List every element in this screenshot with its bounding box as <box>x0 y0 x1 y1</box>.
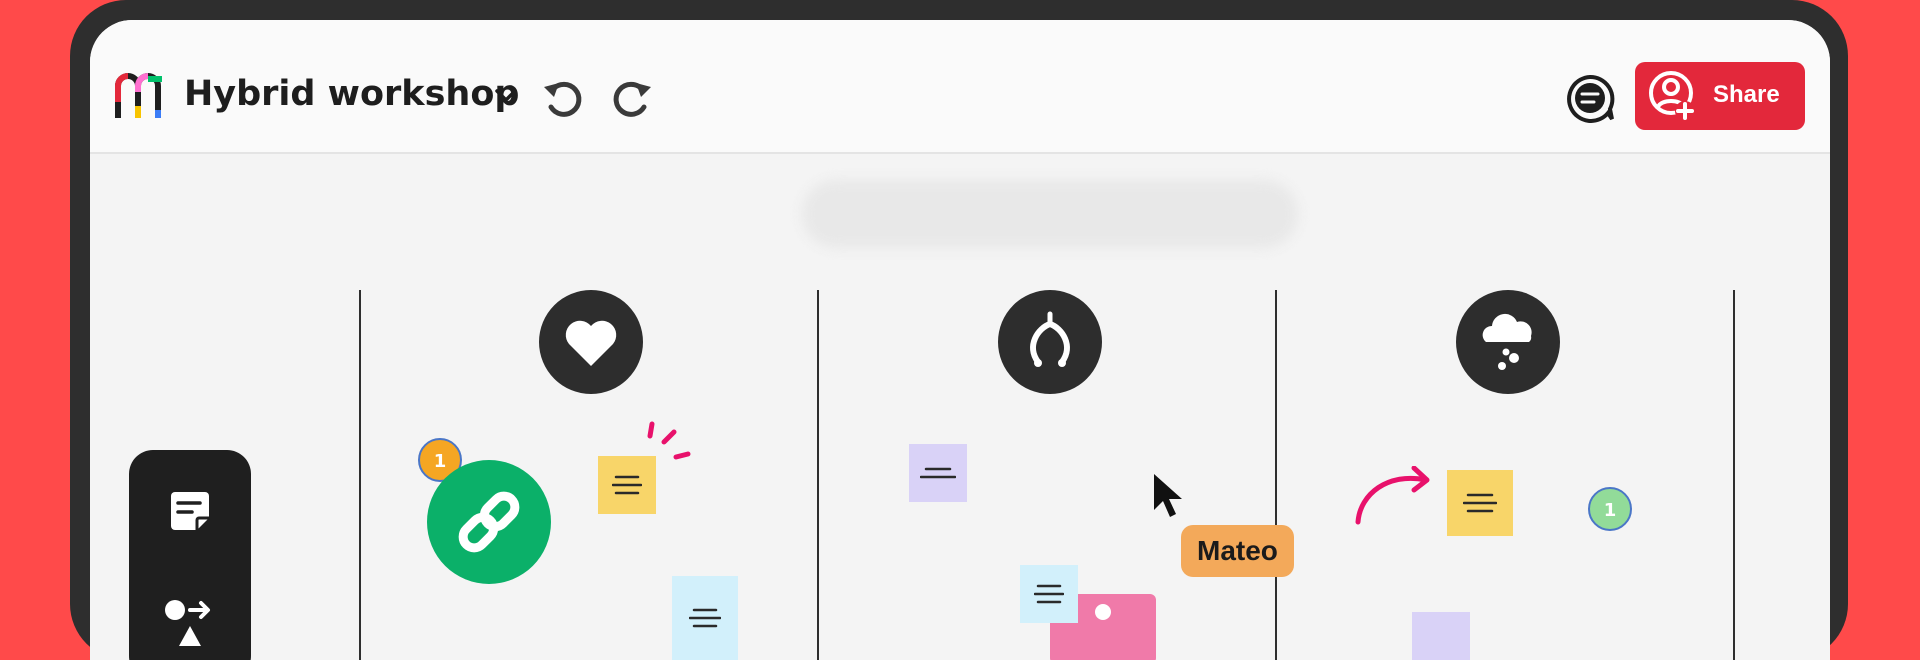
board-screen: Hybrid workshop Share 1 Mateo 1 <box>90 20 1830 660</box>
top-bar: Hybrid workshop Share <box>90 20 1830 154</box>
column-header-wishbone <box>998 290 1102 394</box>
redo-icon[interactable] <box>612 77 654 119</box>
text-lines-icon <box>920 467 956 479</box>
column-header-rain-cloud <box>1456 290 1560 394</box>
text-lines-icon <box>1034 584 1064 604</box>
comments-icon[interactable] <box>1564 73 1616 123</box>
sticky-note[interactable] <box>909 444 967 502</box>
column-divider <box>817 290 819 660</box>
flowchart-shapes-icon[interactable] <box>163 596 217 646</box>
undo-icon[interactable] <box>541 77 583 119</box>
wishbone-icon <box>1030 311 1070 367</box>
column-header-heart <box>539 290 643 394</box>
collaborator-cursor-label: Mateo <box>1181 525 1294 577</box>
app-logo[interactable] <box>114 72 170 120</box>
board-title[interactable]: Hybrid workshop <box>184 74 519 114</box>
sticky-note[interactable] <box>1412 612 1470 660</box>
column-divider <box>1733 290 1735 660</box>
sticky-note[interactable] <box>1447 470 1513 536</box>
link-card[interactable] <box>427 460 551 584</box>
vote-badge: 1 <box>1588 487 1632 531</box>
creation-toolbar <box>129 450 251 660</box>
text-lines-icon <box>689 608 721 628</box>
add-user-icon <box>1649 71 1695 121</box>
link-icon <box>458 491 520 553</box>
heart-icon <box>565 320 617 366</box>
sticky-note-icon[interactable] <box>167 488 213 534</box>
column-divider <box>1275 290 1277 660</box>
text-lines-icon <box>612 475 642 495</box>
share-button[interactable]: Share <box>1635 62 1805 130</box>
sticky-note[interactable] <box>672 576 738 660</box>
curved-arrow-icon <box>1355 466 1430 525</box>
cursor-icon <box>1154 474 1182 517</box>
share-label: Share <box>1713 81 1780 108</box>
blurred-board-heading <box>802 180 1298 248</box>
text-lines-icon <box>1463 493 1497 513</box>
sticky-note[interactable] <box>598 456 656 514</box>
image-icon <box>1095 604 1111 620</box>
rain-cloud-icon <box>1482 313 1532 370</box>
sticky-note[interactable] <box>1020 565 1078 623</box>
column-divider <box>359 290 361 660</box>
chevron-down-icon[interactable] <box>493 86 519 106</box>
